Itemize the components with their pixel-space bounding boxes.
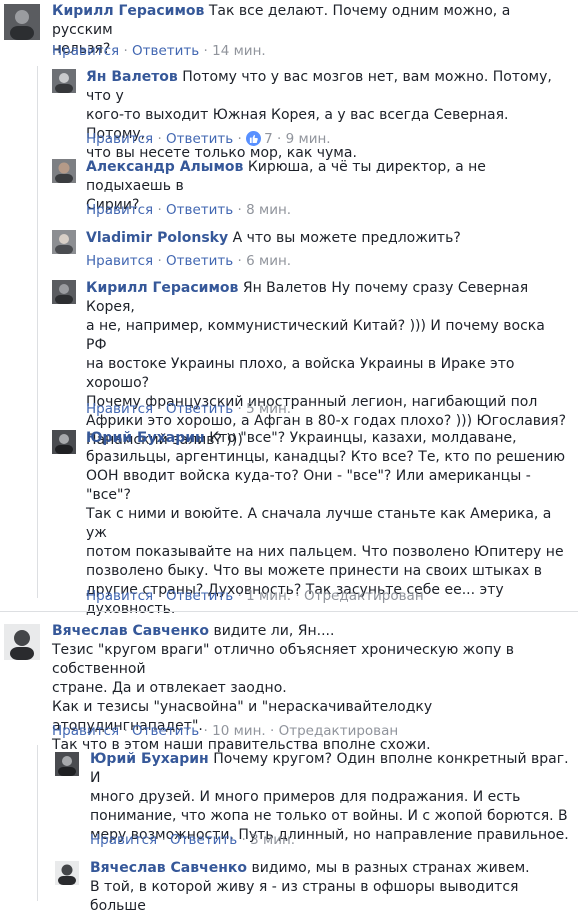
comment-author[interactable]: Александр Алымов (86, 159, 243, 175)
separator: · (241, 832, 246, 848)
timestamp[interactable]: 1 мин. (246, 588, 291, 604)
comment-actions: Нравится · Ответить · 3 мин. (90, 831, 295, 849)
comment-text: много друзей. И много примеров для подра… (90, 789, 521, 805)
comment-author[interactable]: Ян Валетов (86, 69, 178, 85)
comment-text: а не, например, коммунистический Китай? … (86, 318, 545, 353)
comment-text: Кто "все"? Украинцы, казахи, молдаване, (209, 430, 517, 446)
comment-author[interactable]: Кирилл Герасимов (52, 3, 204, 19)
avatar[interactable] (55, 752, 79, 776)
comment-actions: Нравится · Ответить · 6 мин. (86, 252, 291, 270)
comment-text: видите ли, Ян.... (213, 623, 335, 639)
like-link[interactable]: Нравится (86, 401, 153, 417)
like-link[interactable]: Нравится (86, 253, 153, 269)
like-link[interactable]: Нравится (86, 131, 153, 147)
comment-actions: Нравится · Ответить · 10 мин. · Отредакт… (52, 722, 398, 740)
separator: · (237, 131, 242, 147)
separator: · (237, 253, 242, 269)
thumbs-up-icon (246, 131, 262, 146)
comment-body: Vladimir Polonsky А что вы можете предло… (86, 229, 566, 248)
comment-body: Вячеслав Савченко видимо, мы в разных ст… (90, 859, 570, 916)
comment-body: Ян Валетов Потому что у вас мозгов нет, … (86, 68, 566, 163)
comment-text: В той, в которой живу я - из страны в оф… (90, 879, 519, 914)
comment-text: видимо, мы в разных странах живем. (251, 860, 530, 876)
separator: · (237, 588, 242, 604)
comment-text: понимание, что жопа не только от войны. … (90, 808, 568, 824)
timestamp[interactable]: 10 мин. (212, 723, 266, 739)
comment-author[interactable]: Кирилл Герасимов (86, 280, 238, 296)
separator: · (157, 253, 162, 269)
edited-label[interactable]: Отредактирован (304, 588, 424, 604)
comment-actions: Нравится · Ответить · 1 мин. · Отредакти… (86, 587, 424, 605)
comment-author[interactable]: Vladimir Polonsky (86, 230, 228, 246)
like-link[interactable]: Нравится (52, 723, 119, 739)
comment-text: на востоке Украины плохо, а войска Украи… (86, 356, 515, 391)
thread-divider (0, 611, 578, 612)
timestamp[interactable]: 14 мин. (212, 43, 266, 59)
comment-author[interactable]: Юрий Бухарин (86, 430, 205, 446)
comment-actions: Нравится · Ответить · 14 мин. (52, 42, 266, 60)
avatar[interactable] (52, 159, 76, 183)
avatar[interactable] (52, 430, 76, 454)
comment-body: Кирилл Герасимов Ян Валетов Ну почему ср… (86, 279, 566, 450)
comment-author[interactable]: Вячеслав Савченко (52, 623, 209, 639)
comment-actions: Нравится · Ответить · 7 · 9 мин. (86, 130, 331, 148)
reply-link[interactable]: Ответить (166, 202, 233, 218)
timestamp[interactable]: 3 мин. (250, 832, 295, 848)
reply-thread-line (37, 745, 38, 901)
separator: · (237, 401, 242, 417)
timestamp[interactable]: 6 мин. (246, 253, 291, 269)
edited-label[interactable]: Отредактирован (279, 723, 399, 739)
avatar[interactable] (4, 4, 40, 40)
like-link[interactable]: Нравится (86, 588, 153, 604)
reply-link[interactable]: Ответить (166, 588, 233, 604)
reply-link[interactable]: Ответить (132, 723, 199, 739)
separator: · (237, 202, 242, 218)
separator: · (123, 43, 128, 59)
like-link[interactable]: Нравится (52, 43, 119, 59)
like-link[interactable]: Нравится (86, 202, 153, 218)
separator: · (157, 588, 162, 604)
separator: · (161, 832, 166, 848)
separator: · (203, 723, 208, 739)
reply-link[interactable]: Ответить (166, 131, 233, 147)
comment-actions: Нравится · Ответить · 5 мин. (86, 400, 291, 418)
avatar[interactable] (52, 69, 76, 93)
comment-actions: Нравится · Ответить · 8 мин. (86, 201, 291, 219)
comment-text: Тезис "кругом враги" отлично объясняет х… (52, 642, 514, 677)
comment-text: стране. Да и отвлекает заодно. (52, 680, 287, 696)
reply-link[interactable]: Ответить (166, 253, 233, 269)
comment-text: ООН вводит войска куда-то? Они - "все"? … (86, 468, 531, 503)
separator: · (295, 588, 300, 604)
separator: · (269, 723, 275, 739)
reply-link[interactable]: Ответить (132, 43, 199, 59)
comment-author[interactable]: Юрий Бухарин (90, 751, 209, 767)
avatar[interactable] (52, 280, 76, 304)
separator: · (277, 131, 282, 147)
comment-author[interactable]: Вячеслав Савченко (90, 860, 247, 876)
comment-text: позволено быку. Что вы можете принести н… (86, 563, 543, 579)
separator: · (157, 401, 162, 417)
separator: · (157, 131, 162, 147)
timestamp[interactable]: 9 мин. (286, 131, 331, 147)
timestamp[interactable]: 8 мин. (246, 202, 291, 218)
avatar[interactable] (4, 624, 40, 660)
reply-link[interactable]: Ответить (166, 401, 233, 417)
reactions[interactable]: 7 (246, 131, 277, 147)
separator: · (203, 43, 208, 59)
avatar[interactable] (52, 230, 76, 254)
reaction-count: 7 (264, 131, 273, 147)
timestamp[interactable]: 5 мин. (246, 401, 291, 417)
separator: · (123, 723, 128, 739)
separator: · (157, 202, 162, 218)
comment-text: потом показывайте на них пальцем. Что по… (86, 544, 564, 560)
avatar[interactable] (55, 861, 79, 885)
like-link[interactable]: Нравится (90, 832, 157, 848)
comment-text: Так с ними и воюйте. А сначала лучше ста… (86, 506, 552, 541)
comment-text: бразильцы, аргентинцы, канадцы? Кто все?… (86, 449, 566, 465)
comment-text: А что вы можете предложить? (232, 230, 461, 246)
reply-thread-line (37, 66, 38, 598)
reply-link[interactable]: Ответить (170, 832, 237, 848)
